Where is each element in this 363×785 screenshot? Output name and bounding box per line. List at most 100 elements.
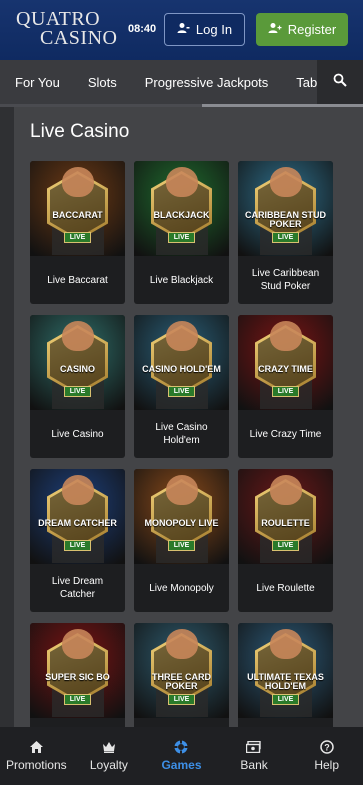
game-tile[interactable]: CASINO LIVE Live Casino xyxy=(30,315,125,458)
bottom-nav-label: Bank xyxy=(240,758,268,772)
section-title: Live Casino xyxy=(30,121,130,142)
game-badge-text: BLACKJACK xyxy=(153,210,210,220)
game-thumbnail: MONOPOLY LIVE LIVE xyxy=(134,469,229,564)
game-thumbnail: DREAM CATCHER LIVE xyxy=(30,469,125,564)
bottom-nav-games[interactable]: Games xyxy=(145,727,218,785)
bottom-nav-label: Games xyxy=(161,758,202,772)
dealer-head xyxy=(270,321,302,351)
search-icon xyxy=(333,73,347,92)
chip-icon xyxy=(173,740,189,754)
user-plus-icon xyxy=(268,22,282,37)
game-tile-label: Live Baccarat xyxy=(47,274,108,286)
clock-time: 08:40 xyxy=(128,23,157,35)
game-thumbnail: CASINO LIVE xyxy=(30,315,125,410)
game-tile-label: Live Caribbean Stud Poker xyxy=(251,268,320,292)
game-badge-text: CRAZY TIME xyxy=(258,364,313,374)
game-thumbnail: THREE CARD POKER LIVE xyxy=(134,623,229,718)
game-badge-text: CASINO HOLD'EM xyxy=(142,364,221,374)
live-badge: LIVE xyxy=(64,232,91,243)
live-badge: LIVE xyxy=(272,540,299,551)
game-tile[interactable]: ULTIMATE TEXAS HOLD'EM LIVE xyxy=(238,623,333,727)
tab-for-you[interactable]: For You xyxy=(0,75,74,90)
tab-progressive-jackpots[interactable]: Progressive Jackpots xyxy=(131,75,283,90)
search-button[interactable] xyxy=(317,60,363,104)
game-grid: BACCARAT LIVE Live Baccarat BLACKJACK LIVE Li… xyxy=(30,161,347,727)
game-badge-text: SUPER SIC BO xyxy=(45,672,110,682)
user-key-icon xyxy=(177,22,190,37)
live-badge: LIVE xyxy=(272,694,299,705)
game-tile[interactable]: THREE CARD POKER LIVE xyxy=(134,623,229,727)
game-tile[interactable]: SUPER SIC BO LIVE xyxy=(30,623,125,727)
game-tile-label: Live Monopoly xyxy=(149,582,214,594)
quatro-casino-logo[interactable]: QUATRO CASINO xyxy=(14,9,118,49)
game-badge-text: CASINO xyxy=(59,364,95,374)
bottom-nav-promotions[interactable]: Promotions xyxy=(0,727,73,785)
game-tile[interactable]: ROULETTE LIVE Live Roulette xyxy=(238,469,333,612)
dealer-head xyxy=(270,475,302,505)
game-badge-text: ROULETTE xyxy=(261,518,310,528)
game-tile-label: Live Crazy Time xyxy=(249,428,322,440)
game-thumbnail: ROULETTE LIVE xyxy=(238,469,333,564)
login-button[interactable]: Log In xyxy=(164,13,245,46)
bottom-nav-loyalty[interactable]: Loyalty xyxy=(73,727,146,785)
dealer-head xyxy=(166,321,198,351)
top-header: QUATRO CASINO 08:40 Log In Register xyxy=(0,0,363,60)
register-button[interactable]: Register xyxy=(256,13,348,46)
game-thumbnail: SUPER SIC BO LIVE xyxy=(30,623,125,718)
game-tile[interactable]: DREAM CATCHER LIVE Live Dream Catcher xyxy=(30,469,125,612)
bottom-nav-label: Promotions xyxy=(5,758,67,772)
cash-icon xyxy=(246,740,262,754)
game-thumbnail: BLACKJACK LIVE xyxy=(134,161,229,256)
login-label: Log In xyxy=(195,22,233,37)
dealer-head xyxy=(62,629,94,659)
game-tile[interactable]: CARIBBEAN STUD POKER LIVE Live Caribbean S… xyxy=(238,161,333,304)
game-tile-label: Live Roulette xyxy=(256,582,315,594)
dealer-head xyxy=(166,629,198,659)
game-tile[interactable]: MONOPOLY LIVE LIVE Live Monopoly xyxy=(134,469,229,612)
bottom-nav-help[interactable]: ? Help xyxy=(290,727,363,785)
game-thumbnail: ULTIMATE TEXAS HOLD'EM LIVE xyxy=(238,623,333,718)
live-badge: LIVE xyxy=(168,540,195,551)
game-thumbnail: CASINO HOLD'EM LIVE xyxy=(134,315,229,410)
game-tile[interactable]: CASINO HOLD'EM LIVE Live Casino Hold'em xyxy=(134,315,229,458)
dealer-head xyxy=(270,629,302,659)
dealer-head xyxy=(62,321,94,351)
live-badge: LIVE xyxy=(64,386,91,397)
live-badge: LIVE xyxy=(64,694,91,705)
game-tile[interactable]: BACCARAT LIVE Live Baccarat xyxy=(30,161,125,304)
games-panel: Live Casino BACCARAT LIVE Live Baccarat BLA… xyxy=(14,107,363,727)
game-tile-label: Live Dream Catcher xyxy=(51,576,104,600)
game-tile[interactable]: CRAZY TIME LIVE Live Crazy Time xyxy=(238,315,333,458)
game-tile-label xyxy=(30,718,125,727)
game-thumbnail: BACCARAT LIVE xyxy=(30,161,125,256)
live-badge: LIVE xyxy=(64,540,91,551)
game-badge-text: MONOPOLY LIVE xyxy=(144,518,219,528)
tab-slots[interactable]: Slots xyxy=(74,75,131,90)
live-badge: LIVE xyxy=(168,386,195,397)
logo-line2: CASINO xyxy=(40,27,118,49)
dealer-head xyxy=(62,167,94,197)
game-tile[interactable]: BLACKJACK LIVE Live Blackjack xyxy=(134,161,229,304)
help-icon: ? xyxy=(319,740,335,754)
game-thumbnail: CARIBBEAN STUD POKER LIVE xyxy=(238,161,333,256)
live-badge: LIVE xyxy=(168,232,195,243)
game-tile-label xyxy=(238,718,333,727)
live-badge: LIVE xyxy=(168,694,195,705)
register-label: Register xyxy=(287,22,337,37)
bottom-nav-label: Loyalty xyxy=(89,758,128,772)
game-badge-text: BACCARAT xyxy=(52,210,103,220)
game-badge-text: DREAM CATCHER xyxy=(38,518,117,528)
crown-icon xyxy=(101,740,117,754)
game-tile-label: Live Casino Hold'em xyxy=(155,422,208,446)
game-badge-text: CARIBBEAN STUD POKER xyxy=(245,210,326,229)
svg-text:?: ? xyxy=(324,743,330,753)
bottom-nav-label: Help xyxy=(314,758,340,772)
dealer-head xyxy=(166,475,198,505)
bottom-nav: Promotions Loyalty Games Bank ? Help xyxy=(0,727,363,785)
bottom-nav-bank[interactable]: Bank xyxy=(218,727,291,785)
dealer-head xyxy=(270,167,302,197)
home-icon xyxy=(28,740,44,754)
game-badge-text: THREE CARD POKER xyxy=(151,672,211,691)
game-tile-label: Live Blackjack xyxy=(149,274,214,286)
live-badge: LIVE xyxy=(272,232,299,243)
